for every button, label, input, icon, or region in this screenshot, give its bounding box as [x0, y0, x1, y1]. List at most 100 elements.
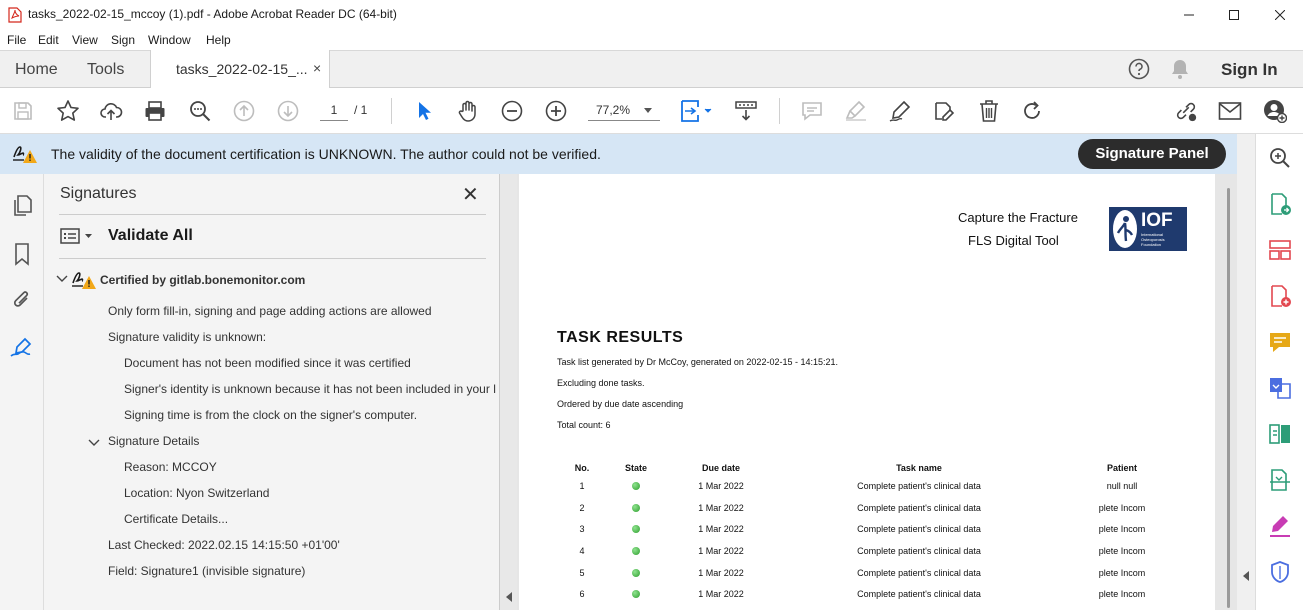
column-header-patient: Patient [1106, 463, 1137, 473]
zoom-level-select[interactable]: 77,2% [588, 101, 660, 121]
chevron-down-icon[interactable] [56, 274, 68, 284]
options-menu-icon[interactable] [60, 227, 96, 245]
chevron-down-icon[interactable] [88, 438, 100, 448]
create-pdf-icon[interactable] [1268, 284, 1292, 308]
minimize-button[interactable] [1166, 0, 1212, 30]
menu-help[interactable]: Help [206, 33, 231, 47]
row-patient: plete Incom [1098, 524, 1146, 534]
attachments-icon[interactable] [10, 288, 34, 312]
rotate-icon[interactable] [1020, 99, 1044, 123]
scroll-mode-icon[interactable] [734, 99, 758, 123]
row-patient: plete Incom [1098, 568, 1146, 578]
tab-document[interactable]: tasks_2022-02-15_... × [150, 50, 330, 88]
edit-pdf-icon[interactable] [932, 99, 956, 123]
comment-icon[interactable] [800, 99, 824, 123]
search-icon[interactable] [188, 99, 212, 123]
last-checked-text: Last Checked: 2022.02.15 14:15:50 +01'00… [108, 538, 340, 552]
close-panel-icon[interactable]: ✕ [462, 182, 479, 207]
row-number: 3 [579, 524, 585, 534]
panel-collapse-strip[interactable] [500, 174, 517, 610]
window-title: tasks_2022-02-15_mccoy (1).pdf - Adobe A… [28, 7, 397, 21]
expand-right-panel-icon[interactable] [1242, 571, 1250, 581]
page-number-input[interactable]: 1 [320, 101, 348, 121]
select-cursor-icon[interactable] [412, 99, 436, 123]
permissions-text: Only form fill-in, signing and page addi… [108, 304, 432, 318]
menu-sign[interactable]: Sign [111, 33, 135, 47]
certificate-details-link[interactable]: Certificate Details... [124, 512, 228, 526]
menu-file[interactable]: File [7, 33, 26, 47]
maximize-button[interactable] [1211, 0, 1257, 30]
location-text: Location: Nyon Switzerland [124, 486, 270, 500]
row-task-name: Complete patient's clinical data [857, 568, 981, 578]
next-page-icon[interactable] [276, 99, 300, 123]
close-tab-icon[interactable]: × [313, 60, 321, 76]
email-icon[interactable] [1218, 99, 1242, 123]
delete-icon[interactable] [977, 99, 1001, 123]
state-indicator-icon [632, 569, 640, 577]
sign-in-button[interactable]: Sign In [1221, 60, 1278, 80]
validate-all-button[interactable]: Validate All [108, 227, 193, 245]
column-header-state: State [624, 463, 647, 473]
highlight-icon[interactable] [844, 99, 868, 123]
column-header-no: No. [574, 463, 590, 473]
signatures-panel-icon[interactable] [10, 336, 34, 360]
tab-tools[interactable]: Tools [87, 61, 124, 79]
star-icon[interactable] [56, 99, 80, 123]
menu-window[interactable]: Window [148, 33, 191, 47]
report-title: TASK RESULTS [557, 329, 684, 346]
iof-logo: IOF International Osteoporosis Foundatio… [1109, 207, 1187, 251]
zoom-search-icon[interactable] [1268, 146, 1292, 170]
row-task-name: Complete patient's clinical data [857, 546, 981, 556]
compare-files-icon[interactable] [1268, 422, 1292, 446]
help-icon[interactable] [1128, 58, 1150, 80]
toolbar: 1 / 1 77,2% [0, 88, 1303, 134]
protect-shield-icon[interactable] [1268, 560, 1292, 584]
zoom-in-icon[interactable] [544, 99, 568, 123]
fill-sign-icon[interactable] [888, 99, 912, 123]
previous-page-icon[interactable] [232, 99, 256, 123]
share-link-icon[interactable] [1174, 99, 1198, 123]
organize-pages-icon[interactable] [1268, 238, 1292, 262]
page-thumbnails-icon[interactable] [10, 194, 34, 218]
export-pdf-icon[interactable] [1268, 192, 1292, 216]
notification-bell-icon[interactable] [1170, 58, 1190, 80]
doc-header-line2: FLS Digital Tool [968, 233, 1059, 248]
vertical-scrollbar-thumb[interactable] [1227, 188, 1230, 608]
tab-home[interactable]: Home [15, 61, 58, 79]
row-task-name: Complete patient's clinical data [857, 503, 981, 513]
row-due-date: 1 Mar 2022 [698, 546, 744, 556]
upload-cloud-icon[interactable] [99, 99, 123, 123]
column-header-due-date: Due date [701, 463, 740, 473]
print-icon[interactable] [143, 99, 167, 123]
signature-panel-button[interactable]: Signature Panel [1078, 139, 1226, 169]
comment-tool-icon[interactable] [1268, 330, 1292, 354]
save-icon[interactable] [11, 99, 35, 123]
document-viewport[interactable]: Capture the Fracture FLS Digital Tool IO… [517, 174, 1237, 610]
fill-and-sign-icon[interactable] [1268, 514, 1292, 538]
collapse-arrow-icon[interactable] [505, 592, 513, 602]
hand-tool-icon[interactable] [456, 99, 480, 123]
field-text: Field: Signature1 (invisible signature) [108, 564, 306, 578]
fit-page-icon[interactable] [679, 99, 715, 123]
signature-details-toggle[interactable]: Signature Details [108, 434, 199, 448]
row-patient: null null [1106, 481, 1138, 491]
column-header-task-name: Task name [896, 463, 942, 473]
scan-ocr-icon[interactable] [1268, 468, 1292, 492]
toolbar-divider [391, 98, 392, 124]
add-user-icon[interactable] [1263, 99, 1287, 123]
zoom-out-icon[interactable] [500, 99, 524, 123]
bookmarks-icon[interactable] [10, 242, 34, 266]
row-due-date: 1 Mar 2022 [698, 568, 744, 578]
row-task-name: Complete patient's clinical data [857, 589, 981, 599]
menu-edit[interactable]: Edit [38, 33, 59, 47]
combine-files-icon[interactable] [1268, 376, 1292, 400]
certified-by-label[interactable]: Certified by gitlab.bonemonitor.com [100, 273, 305, 287]
row-due-date: 1 Mar 2022 [698, 589, 744, 599]
vertical-scrollbar-track[interactable] [1237, 134, 1255, 610]
signatures-panel: Signatures ✕ Validate All Certified by g… [44, 174, 500, 610]
row-number: 1 [579, 481, 585, 491]
close-window-button[interactable] [1257, 0, 1303, 30]
signing-time-text: Signing time is from the clock on the si… [124, 408, 418, 422]
menu-view[interactable]: View [72, 33, 98, 47]
row-number: 6 [579, 589, 585, 599]
